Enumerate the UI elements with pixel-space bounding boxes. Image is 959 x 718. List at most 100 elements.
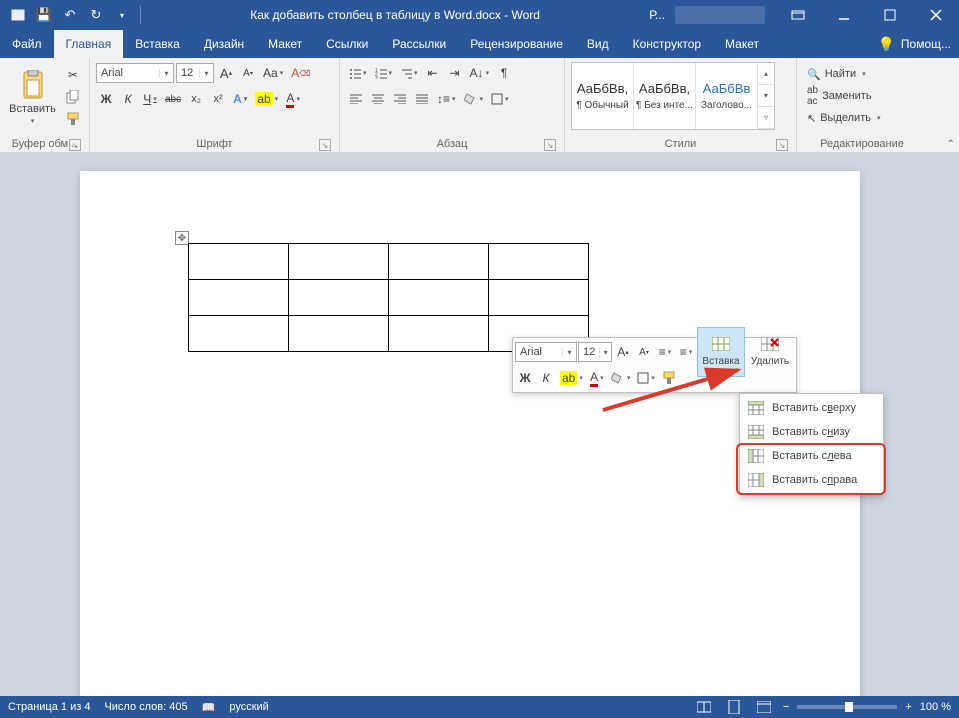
multilevel-button[interactable] xyxy=(397,63,421,83)
status-language[interactable]: русский xyxy=(229,701,268,713)
mini-shrink-font[interactable]: A▾ xyxy=(634,342,654,362)
text-effects-button[interactable]: A xyxy=(230,89,250,109)
redo-button[interactable]: ↻ xyxy=(84,3,108,27)
menu-insert-below[interactable]: Вставить снизу xyxy=(742,420,881,444)
status-proofing-icon[interactable]: 📖 xyxy=(202,701,216,714)
tab-mailings[interactable]: Рассылки xyxy=(380,30,458,58)
underline-button[interactable]: Ч xyxy=(140,89,160,109)
save-button[interactable]: 💾 xyxy=(32,3,56,27)
maximize-button[interactable] xyxy=(867,0,913,30)
view-web-layout[interactable] xyxy=(753,698,775,716)
status-page[interactable]: Страница 1 из 4 xyxy=(8,701,90,713)
borders-button[interactable] xyxy=(488,89,512,109)
align-right-button[interactable] xyxy=(390,89,410,109)
minimize-button[interactable] xyxy=(821,0,867,30)
superscript-button[interactable]: x² xyxy=(208,89,228,109)
view-print-layout[interactable] xyxy=(723,698,745,716)
tab-review[interactable]: Рецензирование xyxy=(458,30,575,58)
styles-down[interactable]: ▾ xyxy=(758,85,774,107)
zoom-slider[interactable] xyxy=(797,705,897,709)
italic-button[interactable]: К xyxy=(118,89,138,109)
select-button[interactable]: ↖Выделить▾ xyxy=(803,108,884,128)
format-painter-button[interactable] xyxy=(63,109,83,129)
mini-format-painter[interactable] xyxy=(659,368,679,388)
justify-button[interactable] xyxy=(412,89,432,109)
style-heading1[interactable]: АаБбВв Заголово... xyxy=(696,63,758,129)
cut-button[interactable]: ✂ xyxy=(63,65,83,85)
numbering-button[interactable]: 123 xyxy=(372,63,396,83)
mini-font-color[interactable]: A xyxy=(587,368,607,388)
word-icon[interactable] xyxy=(6,3,30,27)
style-no-spacing[interactable]: АаБбВв, ¶ Без инте... xyxy=(634,63,696,129)
tab-table-design[interactable]: Конструктор xyxy=(621,30,713,58)
font-name-combo[interactable]: Arial▾ xyxy=(96,63,174,83)
menu-insert-above[interactable]: Вставить сверху xyxy=(742,396,881,420)
tab-insert[interactable]: Вставка xyxy=(123,30,192,58)
close-button[interactable] xyxy=(913,0,959,30)
paragraph-launcher[interactable]: ↘ xyxy=(544,139,556,151)
copy-button[interactable] xyxy=(63,87,83,107)
mini-shading[interactable] xyxy=(608,368,634,388)
mini-bold[interactable]: Ж xyxy=(515,368,535,388)
styles-gallery[interactable]: АаБбВв, ¶ Обычный АаБбВв, ¶ Без инте... … xyxy=(571,62,775,130)
menu-insert-right[interactable]: Вставить справа xyxy=(742,468,881,492)
styles-more[interactable]: ▿ xyxy=(758,107,774,129)
change-case-button[interactable]: Aa xyxy=(260,63,286,83)
tab-table-layout[interactable]: Макет xyxy=(713,30,771,58)
highlight-button[interactable]: ab xyxy=(252,89,281,109)
clear-formatting-button[interactable]: A⌫ xyxy=(288,63,313,83)
mini-numbering[interactable]: ≡ xyxy=(676,342,696,362)
zoom-out-button[interactable]: − xyxy=(783,701,789,713)
zoom-in-button[interactable]: + xyxy=(905,701,911,713)
line-spacing-button[interactable]: ↕≡ xyxy=(434,89,459,109)
user-account[interactable] xyxy=(675,6,765,24)
undo-button[interactable]: ↶ xyxy=(58,3,82,27)
styles-launcher[interactable]: ↘ xyxy=(776,139,788,151)
grow-font-button[interactable]: A▴ xyxy=(216,63,236,83)
strike-button[interactable]: abc xyxy=(162,89,184,109)
font-launcher[interactable]: ↘ xyxy=(319,139,331,151)
zoom-level[interactable]: 100 % xyxy=(920,701,951,713)
tell-me-label[interactable]: Помощ... xyxy=(901,37,951,51)
qat-customize[interactable]: ▾ xyxy=(110,3,134,27)
shading-button[interactable] xyxy=(461,89,487,109)
font-size-combo[interactable]: 12▾ xyxy=(176,63,214,83)
replace-button[interactable]: abacЗаменить xyxy=(803,86,884,106)
mini-font-combo[interactable]: Arial▾ xyxy=(515,342,577,362)
style-normal[interactable]: АаБбВв, ¶ Обычный xyxy=(572,63,634,129)
mini-highlight[interactable]: ab xyxy=(557,368,586,388)
clipboard-launcher[interactable]: ↘ xyxy=(69,139,81,151)
menu-insert-left[interactable]: Вставить слева xyxy=(742,444,881,468)
bullets-button[interactable] xyxy=(346,63,370,83)
font-color-button[interactable]: A xyxy=(283,89,303,109)
ribbon-display-label[interactable]: Р... xyxy=(639,0,675,30)
table-move-handle[interactable]: ✥ xyxy=(175,231,189,245)
increase-indent-button[interactable]: ⇥ xyxy=(445,63,465,83)
show-marks-button[interactable]: ¶ xyxy=(494,63,514,83)
mini-bullets[interactable]: ≡ xyxy=(655,342,675,362)
paste-button[interactable]: Вставить ▾ xyxy=(6,62,59,132)
mini-italic[interactable]: К xyxy=(536,368,556,388)
subscript-button[interactable]: x₂ xyxy=(186,89,206,109)
document-table[interactable] xyxy=(188,243,589,352)
collapse-ribbon-button[interactable]: ⌃ xyxy=(947,139,955,150)
tab-file[interactable]: Файл xyxy=(0,30,54,58)
mini-size-combo[interactable]: 12▾ xyxy=(578,342,612,362)
tab-home[interactable]: Главная xyxy=(54,30,124,58)
mini-grow-font[interactable]: A▴ xyxy=(613,342,633,362)
ribbon-options-icon[interactable] xyxy=(775,0,821,30)
status-words[interactable]: Число слов: 405 xyxy=(104,701,187,713)
tab-references[interactable]: Ссылки xyxy=(314,30,380,58)
sort-button[interactable]: A↓ xyxy=(467,63,493,83)
decrease-indent-button[interactable]: ⇤ xyxy=(423,63,443,83)
align-center-button[interactable] xyxy=(368,89,388,109)
styles-up[interactable]: ▴ xyxy=(758,63,774,85)
mini-borders[interactable] xyxy=(634,368,658,388)
tab-view[interactable]: Вид xyxy=(575,30,621,58)
tab-layout[interactable]: Макет xyxy=(256,30,314,58)
shrink-font-button[interactable]: A▾ xyxy=(238,63,258,83)
find-button[interactable]: 🔍Найти▾ xyxy=(803,64,884,84)
bold-button[interactable]: Ж xyxy=(96,89,116,109)
align-left-button[interactable] xyxy=(346,89,366,109)
view-read-mode[interactable] xyxy=(693,698,715,716)
